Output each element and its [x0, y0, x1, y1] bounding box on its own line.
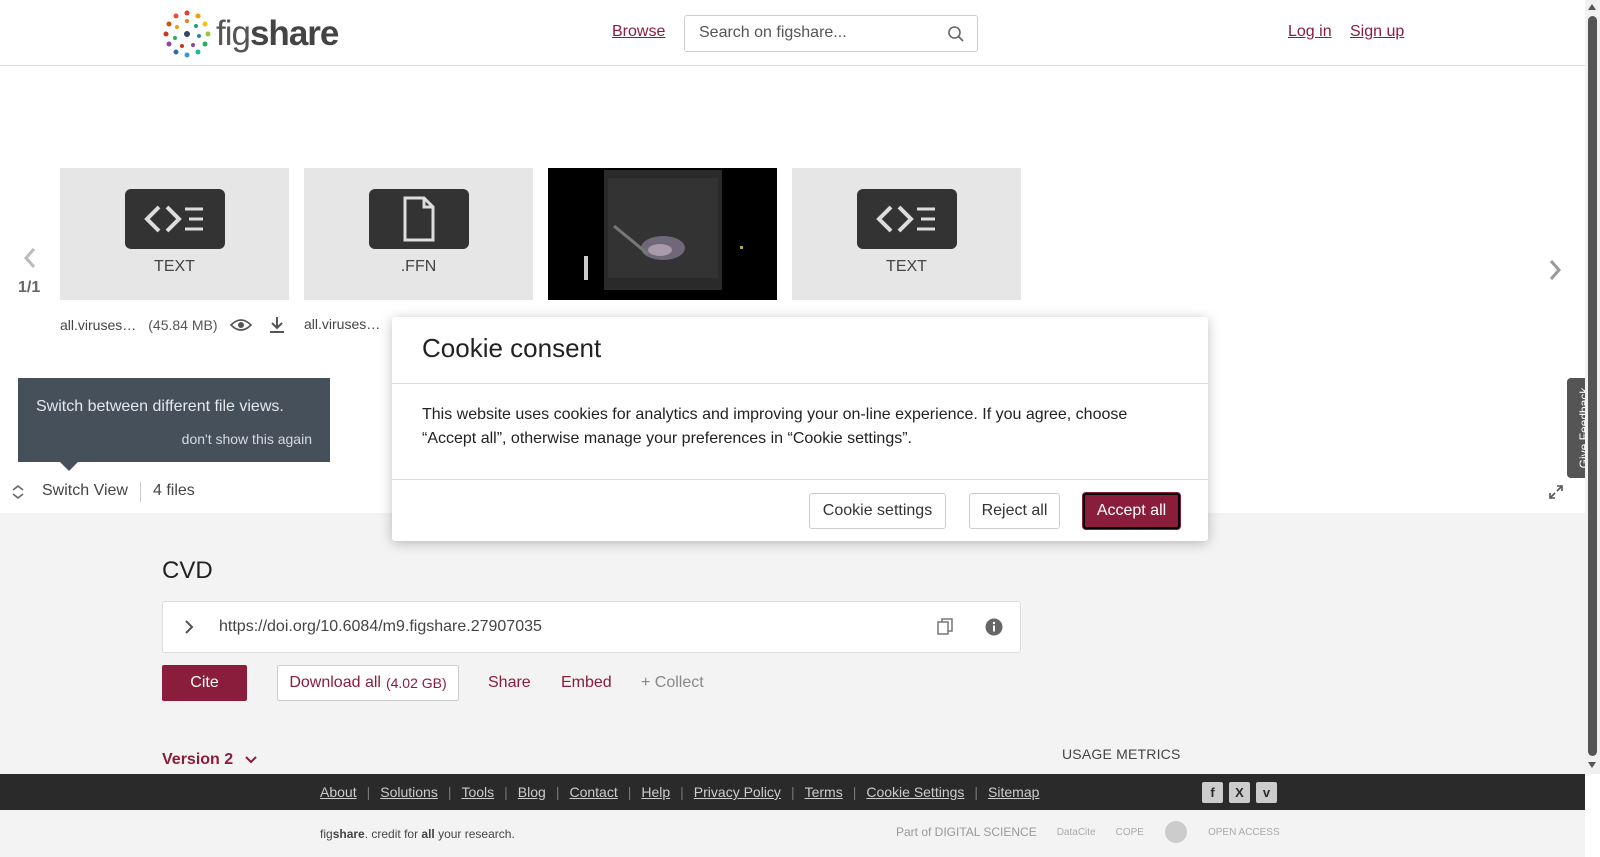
- divider: |: [852, 784, 857, 800]
- footer-link-cookie-settings[interactable]: Cookie Settings: [866, 784, 964, 800]
- page-scrollbar[interactable]: [1585, 0, 1600, 774]
- datacite-logo[interactable]: DataCite: [1057, 827, 1096, 838]
- footer-nav: About | Solutions | Tools | Blog | Contact | …: [0, 774, 1585, 810]
- open-access-logo[interactable]: OPEN ACCESS: [1208, 827, 1280, 838]
- digital-science-logo[interactable]: Part of DIGITAL SCIENCE: [896, 825, 1037, 839]
- footer-link-tools[interactable]: Tools: [461, 784, 494, 800]
- divider: |: [974, 784, 979, 800]
- divider: |: [447, 784, 452, 800]
- divider: |: [680, 784, 684, 800]
- partner-logos: Part of DIGITAL SCIENCE DataCite COPE OP…: [896, 820, 1280, 844]
- footer-links: About | Solutions | Tools | Blog | Contact | …: [320, 784, 1039, 800]
- footer-link-sitemap[interactable]: Sitemap: [988, 784, 1039, 800]
- footer-link-terms[interactable]: Terms: [805, 784, 843, 800]
- footer-credit: figshare. credit for all your research.: [320, 827, 515, 841]
- scroll-up-arrow-icon[interactable]: [1588, 4, 1596, 10]
- cope-logo[interactable]: COPE: [1116, 827, 1144, 838]
- footer-link-contact[interactable]: Contact: [569, 784, 617, 800]
- vimeo-icon[interactable]: v: [1256, 782, 1277, 803]
- footer-link-blog[interactable]: Blog: [518, 784, 546, 800]
- divider: [392, 479, 1208, 480]
- dialog-title: Cookie consent: [422, 333, 602, 363]
- divider: |: [555, 784, 560, 800]
- scroll-down-arrow-icon[interactable]: [1588, 762, 1596, 768]
- footer-link-help[interactable]: Help: [641, 784, 670, 800]
- cookie-settings-button[interactable]: Cookie settings: [809, 493, 946, 529]
- divider: [392, 383, 1208, 384]
- footer-link-privacy[interactable]: Privacy Policy: [694, 784, 781, 800]
- globe-icon[interactable]: [1164, 820, 1188, 844]
- x-twitter-icon[interactable]: X: [1229, 782, 1250, 803]
- cookie-consent-dialog: Cookie consent This website uses cookies…: [392, 317, 1208, 541]
- facebook-icon[interactable]: f: [1202, 782, 1223, 803]
- divider: |: [627, 784, 632, 800]
- scrollbar-thumb[interactable]: [1588, 16, 1597, 756]
- footer-link-solutions[interactable]: Solutions: [380, 784, 438, 800]
- divider: |: [504, 784, 508, 800]
- footer-link-about[interactable]: About: [320, 784, 357, 800]
- reject-all-button[interactable]: Reject all: [969, 493, 1060, 529]
- accept-all-button[interactable]: Accept all: [1083, 493, 1180, 529]
- divider: |: [790, 784, 795, 800]
- divider: |: [366, 784, 371, 800]
- social-links: f X v: [1202, 782, 1277, 803]
- dialog-body: This website uses cookies for analytics …: [422, 406, 1128, 447]
- footer-bottom: figshare. credit for all your research. …: [0, 810, 1585, 857]
